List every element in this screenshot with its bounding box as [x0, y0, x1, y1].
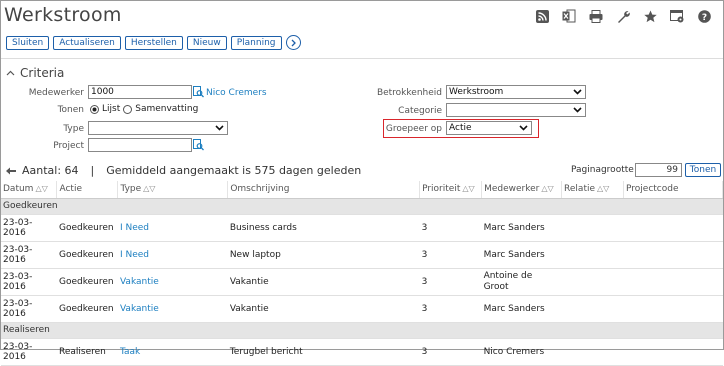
type-label: Type — [63, 124, 84, 134]
herstellen-button[interactable]: Herstellen — [124, 35, 183, 50]
project-search-icon[interactable] — [193, 139, 204, 154]
table-row[interactable]: 23-03-2016 Goedkeuren Vakantie Vakantie … — [1, 295, 723, 323]
type-select[interactable] — [88, 121, 228, 135]
lookup-search-icon[interactable] — [193, 86, 204, 101]
star-icon[interactable] — [642, 8, 658, 24]
groepeer-label: Groepeer op — [385, 124, 442, 134]
col-datum[interactable]: Datum △▽ — [1, 181, 58, 199]
paginagrootte-input[interactable]: 99 — [635, 163, 682, 177]
actualiseren-button[interactable]: Actualiseren — [53, 35, 121, 50]
next-chevron-button[interactable] — [285, 35, 301, 50]
excel-icon[interactable] — [561, 8, 577, 24]
nieuw-button[interactable]: Nieuw — [186, 35, 227, 50]
categorie-select[interactable] — [446, 103, 586, 117]
svg-text:?: ? — [701, 13, 706, 23]
groepeer-select[interactable]: Actie — [446, 121, 532, 135]
chevron-down-icon — [215, 125, 224, 131]
chevron-right-icon — [291, 39, 296, 46]
table-row[interactable]: 23-03-2016 Realiseren Taak Terugbel beri… — [1, 338, 723, 366]
action-toolbar: Sluiten Actualiseren Herstellen Nieuw Pl… — [6, 35, 301, 50]
radio-lijst[interactable] — [90, 104, 99, 114]
project-input[interactable] — [88, 138, 192, 152]
groepeer-select-value: Actie — [449, 123, 472, 133]
chevron-down-icon — [573, 107, 582, 113]
criteria-title: Criteria — [20, 66, 65, 80]
radio-lijst-label: Lijst — [102, 104, 121, 114]
categorie-label: Categorie — [398, 106, 442, 116]
col-projectcode[interactable]: Projectcode — [623, 181, 723, 199]
paginagrootte-label: Paginagrootte — [571, 165, 634, 175]
summary-line: Aantal: 64 | Gemiddeld aangemaakt is 575… — [6, 164, 361, 177]
col-type[interactable]: Type △▽ — [117, 181, 229, 199]
project-label: Project — [53, 141, 84, 151]
medewerker-name-link[interactable]: Nico Cremers — [206, 88, 267, 98]
medewerker-label: Medewerker — [28, 88, 84, 98]
table-row[interactable]: 23-03-2016 Goedkeuren Vakantie Vakantie … — [1, 268, 723, 296]
gemiddeld-text: Gemiddeld aangemaakt is 575 dagen gelede… — [106, 164, 362, 177]
chevron-down-icon — [519, 125, 528, 131]
betrokkenheid-select-value: Werkstroom — [449, 87, 504, 97]
chevron-up-icon — [6, 70, 15, 76]
radio-samenvatting[interactable] — [123, 104, 133, 114]
help-icon[interactable]: ? — [696, 8, 712, 24]
betrokkenheid-select[interactable]: Werkstroom — [446, 85, 586, 99]
planning-button[interactable]: Planning — [230, 35, 282, 50]
betrokkenheid-label: Betrokkenheid — [376, 88, 442, 98]
rss-icon[interactable] — [534, 8, 550, 24]
print-icon[interactable] — [588, 8, 604, 24]
col-relatie[interactable]: Relatie △▽ — [561, 181, 625, 199]
group-row-realiseren: Realiseren — [1, 322, 723, 339]
summary-separator: | — [90, 164, 95, 177]
criteria-toggle[interactable]: Criteria — [6, 66, 64, 80]
col-medewerker[interactable]: Medewerker △▽ — [481, 181, 563, 199]
aantal-count: Aantal: 64 — [22, 164, 79, 177]
medewerker-input[interactable]: 1000 — [88, 85, 192, 99]
wrench-icon[interactable] — [615, 8, 631, 24]
tonen-button[interactable]: Tonen — [685, 163, 721, 177]
radio-samenvatting-label: Samenvatting — [135, 104, 199, 114]
page-title: Werkstroom — [4, 4, 122, 26]
table-header-row: Datum △▽ Actie Type △▽ Omschrijving Priori… — [1, 181, 723, 199]
group-row-goedkeuren: Goedkeuren — [1, 198, 723, 215]
table-row[interactable]: 23-03-2016 Goedkeuren I Need Business ca… — [1, 214, 723, 242]
top-toolbar-icons: ? — [534, 8, 712, 24]
results-table: Datum △▽ Actie Type △▽ Omschrijving Priori… — [1, 181, 723, 366]
tonen-radio-group: Lijst Samenvatting — [90, 104, 198, 114]
col-prioriteit[interactable]: Prioriteit △▽ — [419, 181, 483, 199]
table-row[interactable]: 23-03-2016 Goedkeuren I Need New laptop … — [1, 241, 723, 269]
col-actie[interactable]: Actie — [56, 181, 119, 199]
divider — [1, 58, 723, 59]
settings-icon[interactable] — [669, 8, 685, 24]
col-omschrijving[interactable]: Omschrijving — [227, 181, 421, 199]
chevron-down-icon — [573, 89, 582, 95]
tonen-label: Tonen — [57, 105, 84, 115]
sluiten-button[interactable]: Sluiten — [6, 35, 50, 50]
pin-arrow-icon[interactable] — [6, 167, 16, 175]
